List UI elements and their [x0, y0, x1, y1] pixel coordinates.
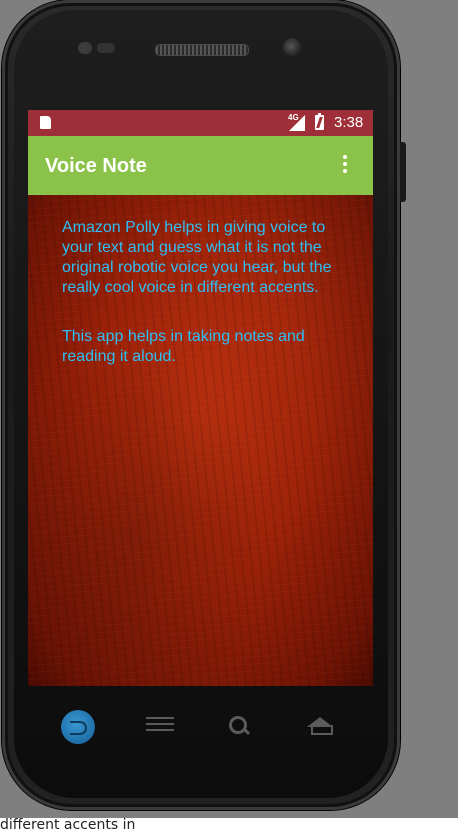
network-type: 4G	[288, 113, 299, 122]
search-icon[interactable]	[229, 716, 247, 734]
content-area: Amazon Polly helps in giving voice to yo…	[28, 195, 373, 686]
intro-paragraph: Amazon Polly helps in giving voice to yo…	[62, 219, 332, 296]
app-description: This app helps in taking notes and readi…	[62, 328, 305, 365]
proximity-sensor	[78, 42, 92, 54]
earpiece-speaker	[155, 44, 249, 56]
overflow-menu-icon[interactable]	[342, 155, 348, 177]
app-bar: Voice Note	[28, 136, 373, 195]
side-button[interactable]	[400, 142, 406, 202]
app-title: Voice Note	[45, 155, 147, 177]
menu-icon[interactable]	[146, 717, 174, 735]
light-sensor	[97, 43, 115, 53]
status-bar: 4G 3:38	[28, 110, 373, 136]
cut-off-text: different accents in	[0, 817, 136, 833]
device-screen: 4G 3:38 Voice Note Amazon Polly helps in…	[28, 110, 373, 686]
page-edge	[458, 0, 463, 833]
sd-card-icon	[40, 116, 51, 129]
status-time: 3:38	[334, 114, 364, 131]
home-icon[interactable]	[305, 717, 335, 735]
front-camera	[283, 38, 301, 56]
back-icon[interactable]	[61, 710, 95, 744]
